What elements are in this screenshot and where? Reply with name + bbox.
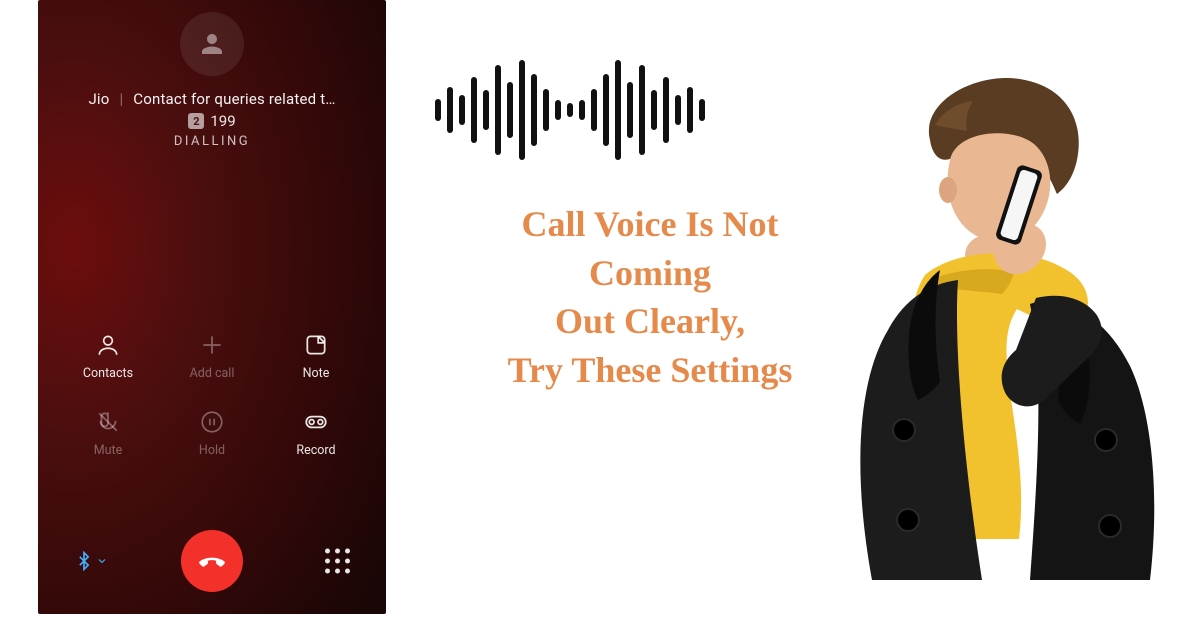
mute-icon <box>95 409 121 435</box>
man-on-phone-illustration <box>790 70 1170 630</box>
bottom-bar <box>38 526 386 596</box>
end-call-icon <box>197 546 227 576</box>
separator: | <box>119 90 123 108</box>
record-icon <box>303 409 329 435</box>
phone-call-screen: Jio | Contact for queries related t… 2 1… <box>38 0 386 614</box>
call-status: DIALLING <box>38 134 386 149</box>
carrier-contact-line: Jio | Contact for queries related t… <box>38 90 386 108</box>
record-label: Record <box>296 443 335 458</box>
phone-number: 199 <box>210 112 235 130</box>
note-label: Note <box>303 366 330 381</box>
mute-button[interactable]: Mute <box>56 407 160 458</box>
bluetooth-audio-button[interactable] <box>74 551 108 571</box>
person-icon <box>197 29 227 59</box>
dialpad-button[interactable] <box>325 549 350 574</box>
hold-icon <box>199 409 225 435</box>
add-call-label: Add call <box>190 366 235 381</box>
record-button[interactable]: Record <box>264 407 368 458</box>
hold-button[interactable]: Hold <box>160 407 264 458</box>
add-call-button[interactable]: Add call <box>160 330 264 381</box>
contacts-button[interactable]: Contacts <box>56 330 160 381</box>
soundwave-icon <box>435 55 705 165</box>
contacts-icon <box>95 332 121 358</box>
plus-icon <box>199 332 225 358</box>
sim-slot-badge: 2 <box>188 113 204 129</box>
chevron-down-icon <box>96 555 108 567</box>
bluetooth-icon <box>74 551 94 571</box>
note-button[interactable]: Note <box>264 330 368 381</box>
call-actions-grid: Contacts Add call Note Mute Hold Record <box>38 330 386 458</box>
mute-label: Mute <box>94 443 123 458</box>
contact-avatar <box>180 12 244 76</box>
end-call-button[interactable] <box>181 530 243 592</box>
contacts-label: Contacts <box>83 366 133 381</box>
hold-label: Hold <box>199 443 225 458</box>
note-icon <box>303 332 329 358</box>
contact-description: Contact for queries related t… <box>133 90 335 108</box>
carrier-name: Jio <box>88 90 109 108</box>
number-line: 2 199 <box>38 112 386 130</box>
